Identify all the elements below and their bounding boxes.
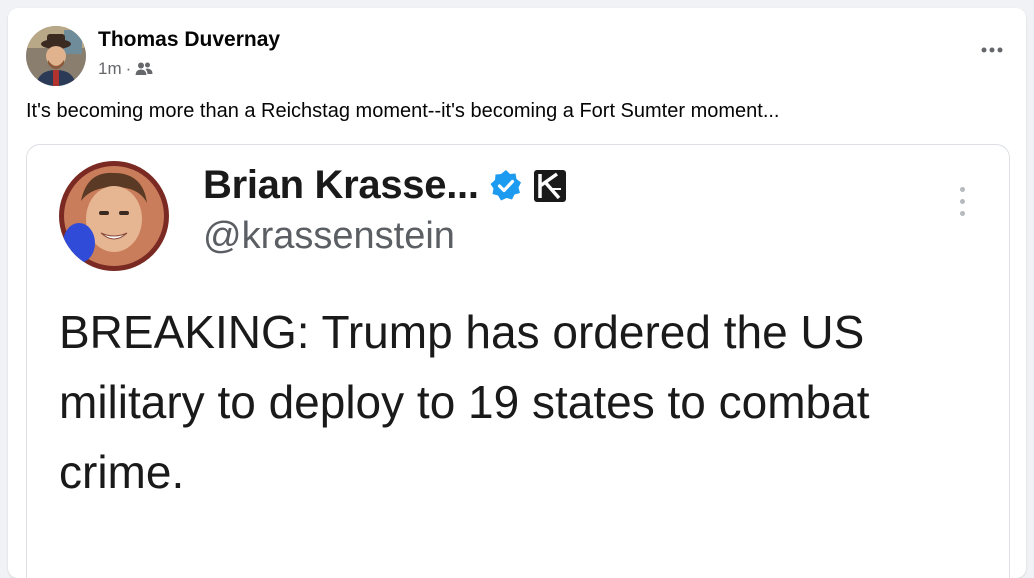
shared-tweet-image[interactable]: Brian Krasse... @krassenstein BREAKING: … [26,144,1010,578]
tweet-text: BREAKING: Trump has ordered the US milit… [59,306,870,498]
author-name[interactable]: Thomas Duvernay [98,28,280,52]
meta-separator: · [125,59,132,78]
vertical-more-icon [960,187,965,216]
tweet-display-name: Brian Krasse... [203,163,479,207]
verified-badge-icon [489,169,523,203]
tweet-name-row: Brian Krasse... [203,163,567,208]
facebook-post: Thomas Duvernay 1m · It's becoming more … [8,8,1026,578]
friends-icon[interactable] [135,61,153,77]
more-options-button[interactable] [970,32,1014,68]
tweet-handle: @krassenstein [203,215,455,257]
author-avatar[interactable] [26,26,86,86]
k-badge-icon [533,169,567,203]
post-meta: 1m · [98,59,153,79]
post-timestamp[interactable]: 1m [98,59,122,79]
post-caption: It's becoming more than a Reichstag mome… [26,100,780,122]
more-options-icon [981,47,1003,53]
tweet-author-avatar [59,161,169,271]
author-avatar-image [26,26,86,86]
